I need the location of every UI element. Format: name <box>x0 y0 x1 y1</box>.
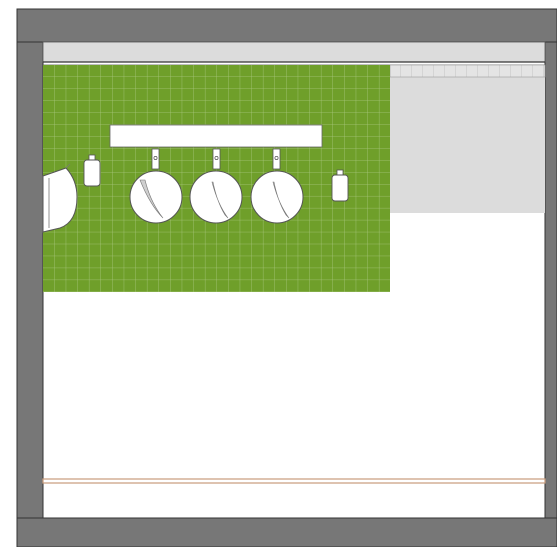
mirror <box>109 124 323 148</box>
soap-dispenser-right <box>331 169 349 202</box>
right-wall <box>544 41 557 519</box>
left-wall <box>16 41 44 519</box>
bottom-wall <box>16 517 557 547</box>
baseboard <box>42 478 546 484</box>
top-wall <box>16 8 557 43</box>
floor-plan-elevation <box>16 8 557 547</box>
hatched-strip <box>389 64 546 78</box>
grey-panel <box>390 65 545 213</box>
soap-dispenser-left <box>83 154 101 187</box>
ceiling-strip <box>42 41 546 63</box>
